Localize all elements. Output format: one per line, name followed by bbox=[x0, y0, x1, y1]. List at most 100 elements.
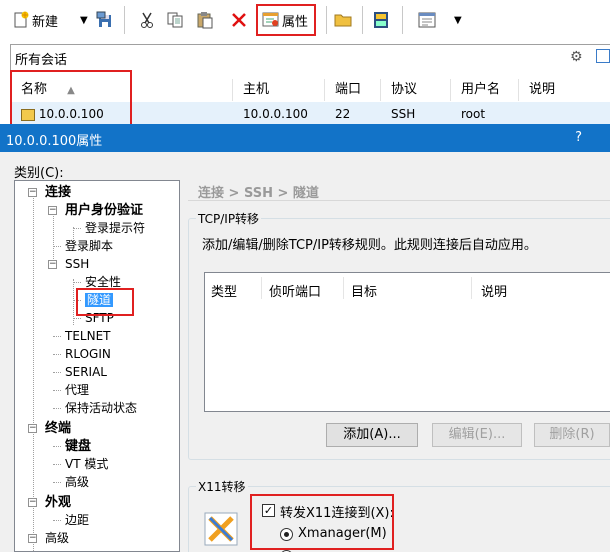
tree-guide-line bbox=[53, 246, 61, 247]
tree-item-advanced[interactable]: 高级 bbox=[65, 474, 89, 491]
tree-item-login-script[interactable]: 登录脚本 bbox=[65, 238, 113, 255]
properties-dialog: 类别(C): − 连接 − 用户身份验证 登录提示符 登录脚本 − SSH 安全… bbox=[0, 152, 610, 552]
tree-guide-line bbox=[53, 209, 54, 265]
tree-item-appearance[interactable]: 外观 bbox=[45, 494, 71, 511]
tree-guide-line bbox=[53, 446, 61, 447]
edit-rule-button[interactable]: 编辑(E)... bbox=[432, 423, 522, 447]
tree-guide-line bbox=[53, 482, 61, 483]
sftp-icon bbox=[372, 11, 390, 29]
column-header-description[interactable]: 说明 bbox=[519, 79, 610, 101]
category-tree[interactable]: − 连接 − 用户身份验证 登录提示符 登录脚本 − SSH 安全性 隧道 SF… bbox=[14, 180, 180, 552]
dialog-title: 10.0.0.100属性 bbox=[6, 134, 103, 149]
category-label: 类别(C): bbox=[14, 166, 64, 181]
tree-guide-line bbox=[53, 520, 61, 521]
session-port-cell: 22 bbox=[335, 107, 351, 121]
view-button[interactable] bbox=[418, 8, 436, 32]
save-button[interactable] bbox=[96, 8, 114, 32]
tree-item-margins[interactable]: 边距 bbox=[65, 512, 89, 529]
xmanager-icon bbox=[204, 512, 238, 546]
dialog-title-bar[interactable]: 10.0.0.100属性 ? bbox=[0, 124, 610, 152]
new-session-icon bbox=[12, 11, 30, 29]
paste-icon bbox=[196, 11, 214, 29]
forwarding-rules-list[interactable]: 类型 侦听端口 目标 说明 bbox=[204, 272, 610, 412]
tree-guide-line bbox=[73, 228, 81, 229]
collapse-ssh-icon[interactable]: − bbox=[48, 260, 57, 269]
collapse-connection-icon[interactable]: − bbox=[28, 188, 37, 197]
folder-icon bbox=[334, 11, 352, 29]
tree-guide-line bbox=[53, 354, 61, 355]
cut-icon bbox=[138, 11, 156, 29]
delete-rule-button[interactable]: 删除(R) bbox=[534, 423, 610, 447]
sftp-button[interactable] bbox=[372, 8, 390, 32]
new-dropdown-button[interactable]: ▼ bbox=[80, 8, 88, 32]
new-session-label: 新建 bbox=[32, 14, 59, 30]
column-header-protocol[interactable]: 协议 bbox=[381, 79, 451, 101]
tree-item-login-prompt[interactable]: 登录提示符 bbox=[85, 220, 145, 237]
tree-item-rlogin[interactable]: RLOGIN bbox=[65, 346, 111, 363]
column-header-type[interactable]: 类型 bbox=[211, 281, 237, 300]
collapse-terminal-icon[interactable]: − bbox=[28, 424, 37, 433]
toolbar-separator bbox=[402, 6, 403, 34]
tree-guide-line bbox=[73, 318, 81, 319]
column-header-target[interactable]: 目标 bbox=[351, 281, 377, 300]
session-host-cell: 10.0.0.100 bbox=[243, 107, 308, 121]
collapse-auth-icon[interactable]: − bbox=[48, 206, 57, 215]
paste-button[interactable] bbox=[196, 8, 214, 32]
tree-guide-line bbox=[73, 282, 81, 283]
column-separator bbox=[261, 277, 262, 299]
x11-group-title: X11转移 bbox=[196, 478, 248, 495]
toolbar-separator bbox=[362, 6, 363, 34]
tcpip-description: 添加/编辑/删除TCP/IP转移规则。此规则连接后自动应用。 bbox=[202, 238, 537, 253]
dropdown-icon: ▼ bbox=[80, 14, 88, 26]
highlight-box-x11 bbox=[250, 494, 394, 550]
session-protocol-cell: SSH bbox=[391, 107, 416, 121]
session-folder-title: 所有会话 bbox=[15, 53, 68, 68]
highlight-box-properties bbox=[256, 4, 316, 36]
save-icon bbox=[96, 11, 114, 29]
tree-item-connection[interactable]: 连接 bbox=[45, 184, 71, 201]
delete-icon bbox=[230, 11, 248, 29]
tree-guide-line bbox=[53, 464, 61, 465]
tree-item-vt-mode[interactable]: VT 模式 bbox=[65, 456, 108, 473]
tree-item-advanced-root[interactable]: 高级 bbox=[45, 530, 69, 547]
toolbar-separator bbox=[326, 6, 327, 34]
main-toolbar: 新建 ▼ 属性 ▼ bbox=[0, 0, 610, 40]
collapse-advanced-icon[interactable]: − bbox=[28, 534, 37, 543]
tree-item-keepalive[interactable]: 保持活动状态 bbox=[65, 400, 137, 417]
breadcrumb: 连接 > SSH > 隧道 bbox=[198, 186, 319, 201]
column-separator bbox=[343, 277, 344, 299]
toolbar-address-box[interactable] bbox=[510, 9, 610, 31]
column-header-username[interactable]: 用户名 bbox=[451, 79, 519, 101]
column-header-host[interactable]: 主机 bbox=[233, 79, 325, 101]
panel-view-icon[interactable] bbox=[596, 49, 610, 63]
tree-item-serial[interactable]: SERIAL bbox=[65, 364, 107, 381]
view-icon bbox=[418, 11, 436, 29]
cut-button[interactable] bbox=[138, 8, 156, 32]
collapse-appearance-icon[interactable]: − bbox=[28, 498, 37, 507]
add-rule-button[interactable]: 添加(A)... bbox=[326, 423, 418, 447]
open-folder-button[interactable] bbox=[334, 8, 352, 32]
tree-item-keyboard[interactable]: 键盘 bbox=[65, 438, 91, 455]
help-button[interactable]: ? bbox=[575, 130, 582, 145]
new-session-button[interactable]: 新建 bbox=[12, 8, 58, 32]
header-divider bbox=[188, 200, 610, 201]
tree-item-telnet[interactable]: TELNET bbox=[65, 328, 111, 345]
tree-item-ssh[interactable]: SSH bbox=[65, 256, 89, 273]
copy-button[interactable] bbox=[166, 8, 184, 32]
tcpip-group-title: TCP/IP转移 bbox=[196, 210, 262, 227]
column-separator bbox=[471, 277, 472, 299]
gear-icon[interactable]: ⚙ bbox=[570, 49, 583, 65]
delete-button[interactable] bbox=[230, 8, 248, 32]
column-header-description[interactable]: 说明 bbox=[481, 281, 507, 300]
toolbar-separator bbox=[124, 6, 125, 34]
tree-item-terminal[interactable]: 终端 bbox=[45, 420, 71, 437]
tree-item-auth[interactable]: 用户身份验证 bbox=[65, 202, 143, 219]
view-dropdown-button[interactable]: ▼ bbox=[454, 8, 462, 32]
session-username-cell: root bbox=[461, 107, 486, 121]
highlight-box-tunnel bbox=[76, 288, 134, 316]
column-header-port[interactable]: 端口 bbox=[325, 79, 381, 101]
dropdown-icon: ▼ bbox=[454, 14, 462, 26]
tree-guide-line bbox=[53, 336, 61, 337]
tree-item-proxy[interactable]: 代理 bbox=[65, 382, 89, 399]
column-header-listen-port[interactable]: 侦听端口 bbox=[269, 281, 321, 300]
